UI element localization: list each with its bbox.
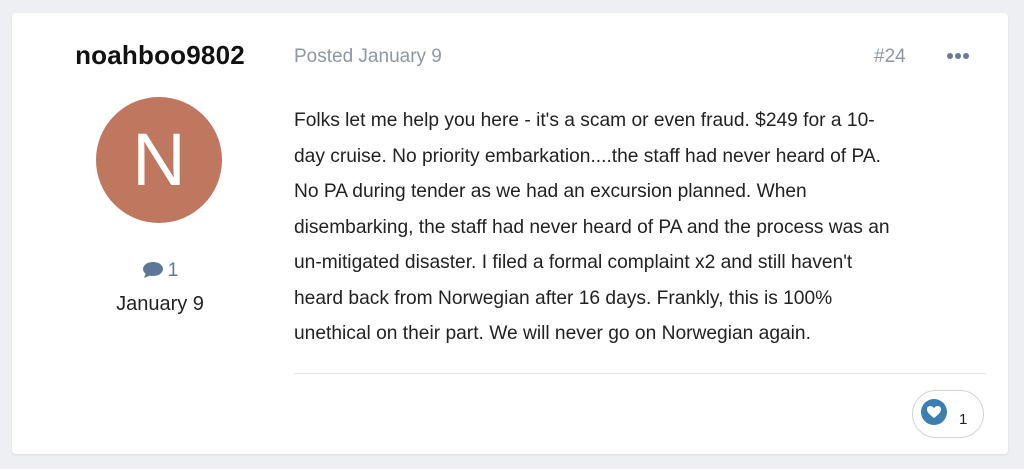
heart-icon bbox=[921, 399, 947, 425]
more-options-button[interactable] bbox=[946, 49, 970, 63]
forum-post: noahboo9802 N 1 January 9 Posted January… bbox=[12, 13, 1008, 454]
avatar[interactable]: N bbox=[96, 97, 222, 223]
divider bbox=[294, 373, 986, 374]
author-panel: noahboo9802 N 1 January 9 bbox=[12, 13, 308, 454]
reaction-button[interactable]: 1 bbox=[912, 390, 984, 438]
reaction-count: 1 bbox=[959, 411, 968, 428]
post-number[interactable]: #24 bbox=[874, 46, 906, 68]
posted-date[interactable]: Posted January 9 bbox=[294, 46, 442, 68]
post-count: 1 bbox=[12, 260, 308, 282]
ellipsis-icon bbox=[947, 53, 969, 59]
post-body: Folks let me help you here - it's a scam… bbox=[294, 110, 890, 344]
joined-date: January 9 bbox=[116, 293, 204, 315]
author-name[interactable]: noahboo9802 bbox=[12, 40, 308, 71]
post-count-value: 1 bbox=[167, 260, 179, 281]
comment-icon bbox=[142, 262, 163, 278]
